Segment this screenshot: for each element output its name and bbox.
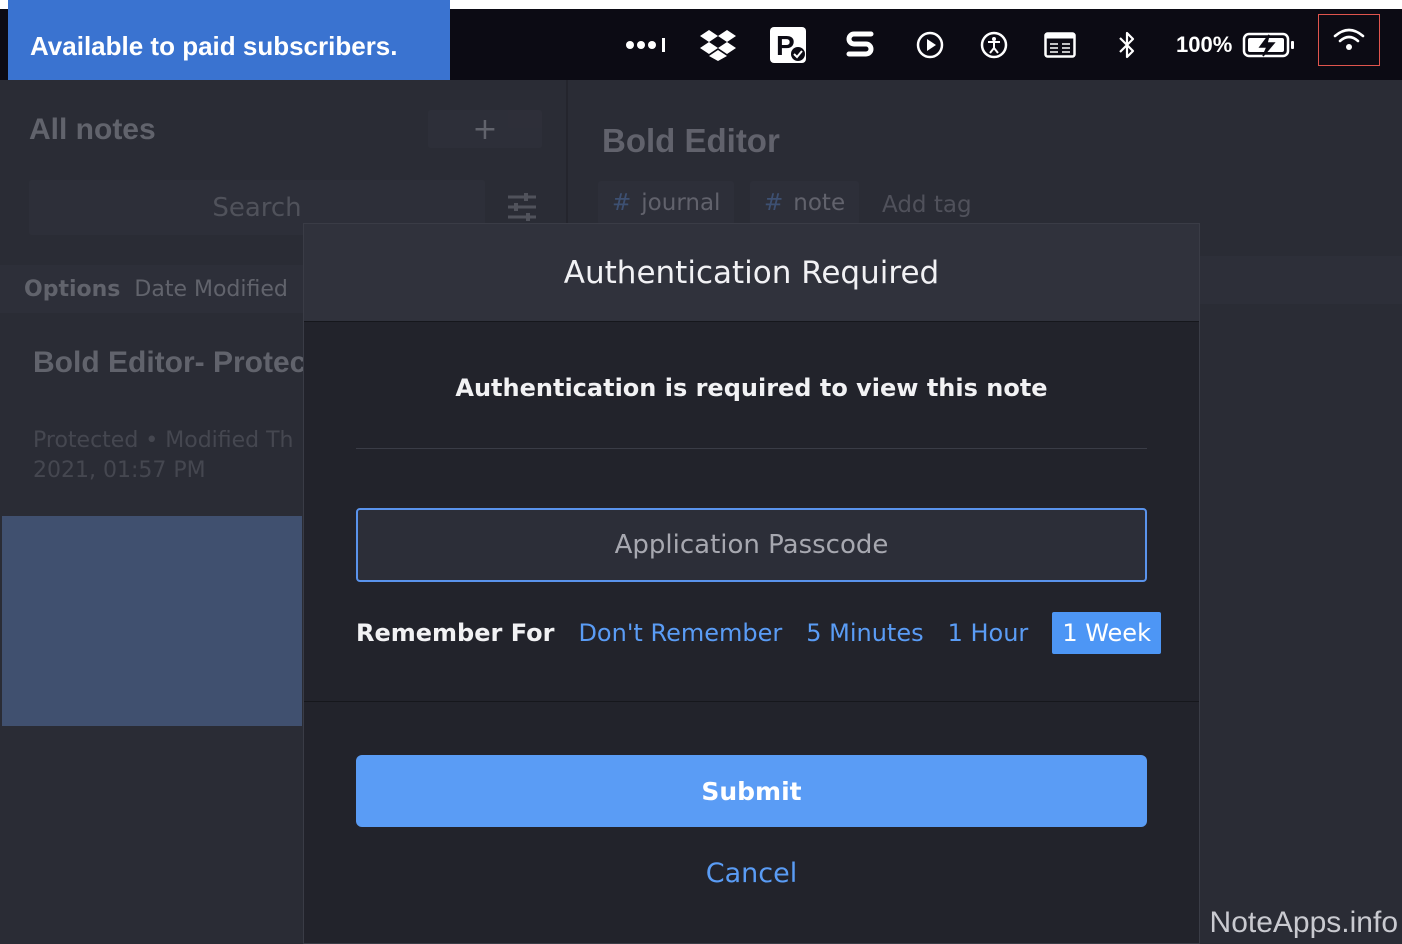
note-item-title[interactable]: Bold Editor- Protec — [33, 346, 306, 380]
promo-banner: Available to paid subscribers. — [8, 0, 450, 87]
s-app-icon[interactable] — [840, 9, 880, 80]
modal-body: Authentication is required to view this … — [304, 322, 1199, 702]
remember-option-dont-remember[interactable]: Don't Remember — [578, 613, 782, 653]
remember-for-row: Remember For Don't Remember 5 Minutes 1 … — [356, 610, 1161, 656]
submit-button[interactable]: Submit — [356, 755, 1147, 827]
hash-icon: # — [612, 190, 632, 216]
search-placeholder: Search — [212, 192, 302, 223]
tag-label: journal — [641, 190, 721, 216]
sort-label: Date Modified — [134, 276, 288, 302]
cancel-button[interactable]: Cancel — [304, 858, 1199, 889]
promo-text: Available to paid subscribers. — [30, 31, 398, 61]
menu-extras-icon[interactable] — [622, 9, 670, 80]
modal-title: Authentication Required — [563, 254, 940, 291]
wifi-icon[interactable] — [1318, 14, 1380, 66]
battery-percent: 100% — [1176, 31, 1233, 57]
menubar: Available to paid subscribers. P 100% — [0, 0, 1402, 87]
bluetooth-icon[interactable] — [1110, 9, 1144, 80]
filter-sliders-icon[interactable] — [506, 192, 538, 226]
tag-note[interactable]: # note — [750, 181, 860, 225]
modal-header: Authentication Required — [304, 224, 1199, 322]
hash-icon: # — [764, 190, 784, 216]
remember-for-label: Remember For — [356, 619, 555, 647]
accessibility-icon[interactable] — [974, 9, 1014, 80]
auth-prompt: Authentication is required to view this … — [455, 374, 1048, 402]
selected-note-highlight[interactable] — [2, 516, 302, 726]
watermark: NoteApps.info — [1209, 906, 1398, 939]
tag-label: note — [793, 190, 846, 216]
pastebot-icon[interactable]: P — [766, 9, 810, 80]
add-tag-input[interactable]: Add tag — [882, 192, 972, 218]
options-button[interactable]: Options — [24, 277, 120, 302]
play-icon[interactable] — [910, 9, 950, 80]
divider — [356, 448, 1147, 449]
add-note-button[interactable]: + — [428, 110, 542, 148]
remember-option-1-hour[interactable]: 1 Hour — [948, 613, 1029, 653]
authentication-modal: Authentication Required Authentication i… — [303, 223, 1200, 944]
sidebar-title: All notes — [29, 113, 156, 146]
editor-title[interactable]: Bold Editor — [602, 122, 780, 160]
remember-option-5-minutes[interactable]: 5 Minutes — [806, 613, 923, 653]
dropbox-icon[interactable] — [696, 9, 740, 80]
tag-journal[interactable]: # journal — [598, 181, 735, 225]
battery-charging-icon[interactable] — [1240, 9, 1298, 80]
plus-icon: + — [472, 111, 498, 147]
remember-option-1-week[interactable]: 1 Week — [1052, 612, 1161, 654]
passcode-input[interactable] — [356, 508, 1147, 582]
keyboard-viewer-icon[interactable] — [1040, 9, 1080, 80]
